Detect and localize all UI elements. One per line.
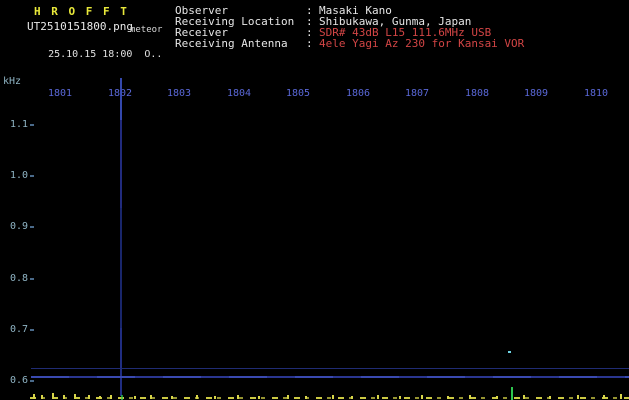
station-id: meteor bbox=[129, 25, 163, 35]
meter-tick bbox=[99, 396, 101, 399]
time-tick-label: 1805 bbox=[286, 88, 311, 99]
freq-axis-unit: kHz bbox=[3, 76, 22, 87]
meter-tick bbox=[150, 395, 152, 399]
info-separator: : bbox=[306, 37, 313, 50]
time-tick-label: 1806 bbox=[346, 88, 371, 99]
observation-info: Observer : Masaki Kano Receiving Locatio… bbox=[175, 5, 524, 49]
info-value: 4ele Yagi Az 230 for Kansai VOR bbox=[319, 37, 525, 50]
time-tick-label: 1801 bbox=[48, 88, 73, 99]
time-tick-label: 1810 bbox=[584, 88, 609, 99]
freq-tick-label: 1.0 bbox=[9, 170, 28, 181]
freq-tick-mark bbox=[30, 278, 34, 280]
meter-tick bbox=[496, 396, 498, 399]
meter-green-spike bbox=[511, 387, 513, 400]
freq-tick-label: 1.1 bbox=[9, 119, 28, 130]
signal-level-meter bbox=[0, 387, 629, 400]
meter-tick bbox=[74, 394, 76, 399]
freq-tick-mark bbox=[30, 124, 34, 126]
freq-tick-label: 0.6 bbox=[9, 375, 28, 386]
counter-text: O.. bbox=[144, 49, 163, 60]
meter-tick bbox=[620, 394, 622, 399]
freq-tick-mark bbox=[30, 175, 34, 177]
time-tick-label: 1808 bbox=[465, 88, 490, 99]
info-label: Receiving Antenna bbox=[175, 37, 288, 50]
freq-tick-label: 0.7 bbox=[9, 324, 28, 335]
meter-tick bbox=[258, 396, 260, 399]
file-line: UT2510151800.pngmeteor bbox=[27, 20, 163, 35]
meter-tick bbox=[171, 396, 173, 399]
meter-tick bbox=[603, 395, 605, 399]
meter-tick bbox=[52, 393, 54, 399]
carrier-line-bright bbox=[31, 376, 629, 378]
hrofft-output-image: H R O F F T UT2510151800.pngmeteor 25.10… bbox=[0, 0, 629, 400]
meter-tick bbox=[110, 395, 112, 399]
time-tick-label: 1803 bbox=[167, 88, 192, 99]
meter-tick bbox=[287, 395, 289, 399]
date-line: 25.10.15 18:00 O.. bbox=[24, 38, 162, 71]
freq-tick-mark bbox=[30, 329, 34, 331]
meter-tick bbox=[377, 395, 379, 399]
meter-tick bbox=[399, 396, 401, 399]
interference-streak bbox=[120, 78, 122, 396]
time-tick-label: 1807 bbox=[405, 88, 430, 99]
meter-tick bbox=[549, 396, 551, 399]
meter-tick bbox=[134, 396, 136, 399]
output-filename: UT2510151800.png bbox=[27, 20, 133, 33]
meter-tick bbox=[523, 395, 525, 399]
meter-tick bbox=[63, 395, 65, 399]
meter-tick bbox=[577, 395, 579, 399]
meter-tick bbox=[196, 395, 198, 399]
meter-tick bbox=[447, 396, 449, 399]
freq-tick-label: 0.8 bbox=[9, 273, 28, 284]
freq-tick-mark bbox=[30, 226, 34, 228]
meter-tick bbox=[41, 395, 43, 399]
meter-tick bbox=[351, 396, 353, 399]
meter-tick bbox=[88, 395, 90, 399]
obs-datetime: 25.10.15 18:00 bbox=[48, 49, 133, 60]
meter-tick bbox=[237, 395, 239, 399]
meter-tick bbox=[305, 396, 307, 399]
meter-tick bbox=[332, 395, 334, 399]
meter-baseline bbox=[30, 397, 629, 399]
meter-tick bbox=[469, 395, 471, 399]
meter-tick bbox=[214, 396, 216, 399]
meter-tick bbox=[33, 394, 35, 399]
time-tick-label: 1809 bbox=[524, 88, 549, 99]
info-row-antenna: Receiving Antenna : 4ele Yagi Az 230 for… bbox=[175, 38, 524, 49]
time-tick-label: 1804 bbox=[227, 88, 252, 99]
carrier-line-faint bbox=[31, 368, 629, 369]
meter-tick bbox=[421, 395, 423, 399]
app-title: H R O F F T bbox=[34, 5, 129, 18]
echo-dot bbox=[508, 351, 511, 353]
freq-tick-mark bbox=[30, 380, 34, 382]
freq-tick-label: 0.9 bbox=[9, 221, 28, 232]
meter-green-spike-small bbox=[121, 395, 123, 400]
